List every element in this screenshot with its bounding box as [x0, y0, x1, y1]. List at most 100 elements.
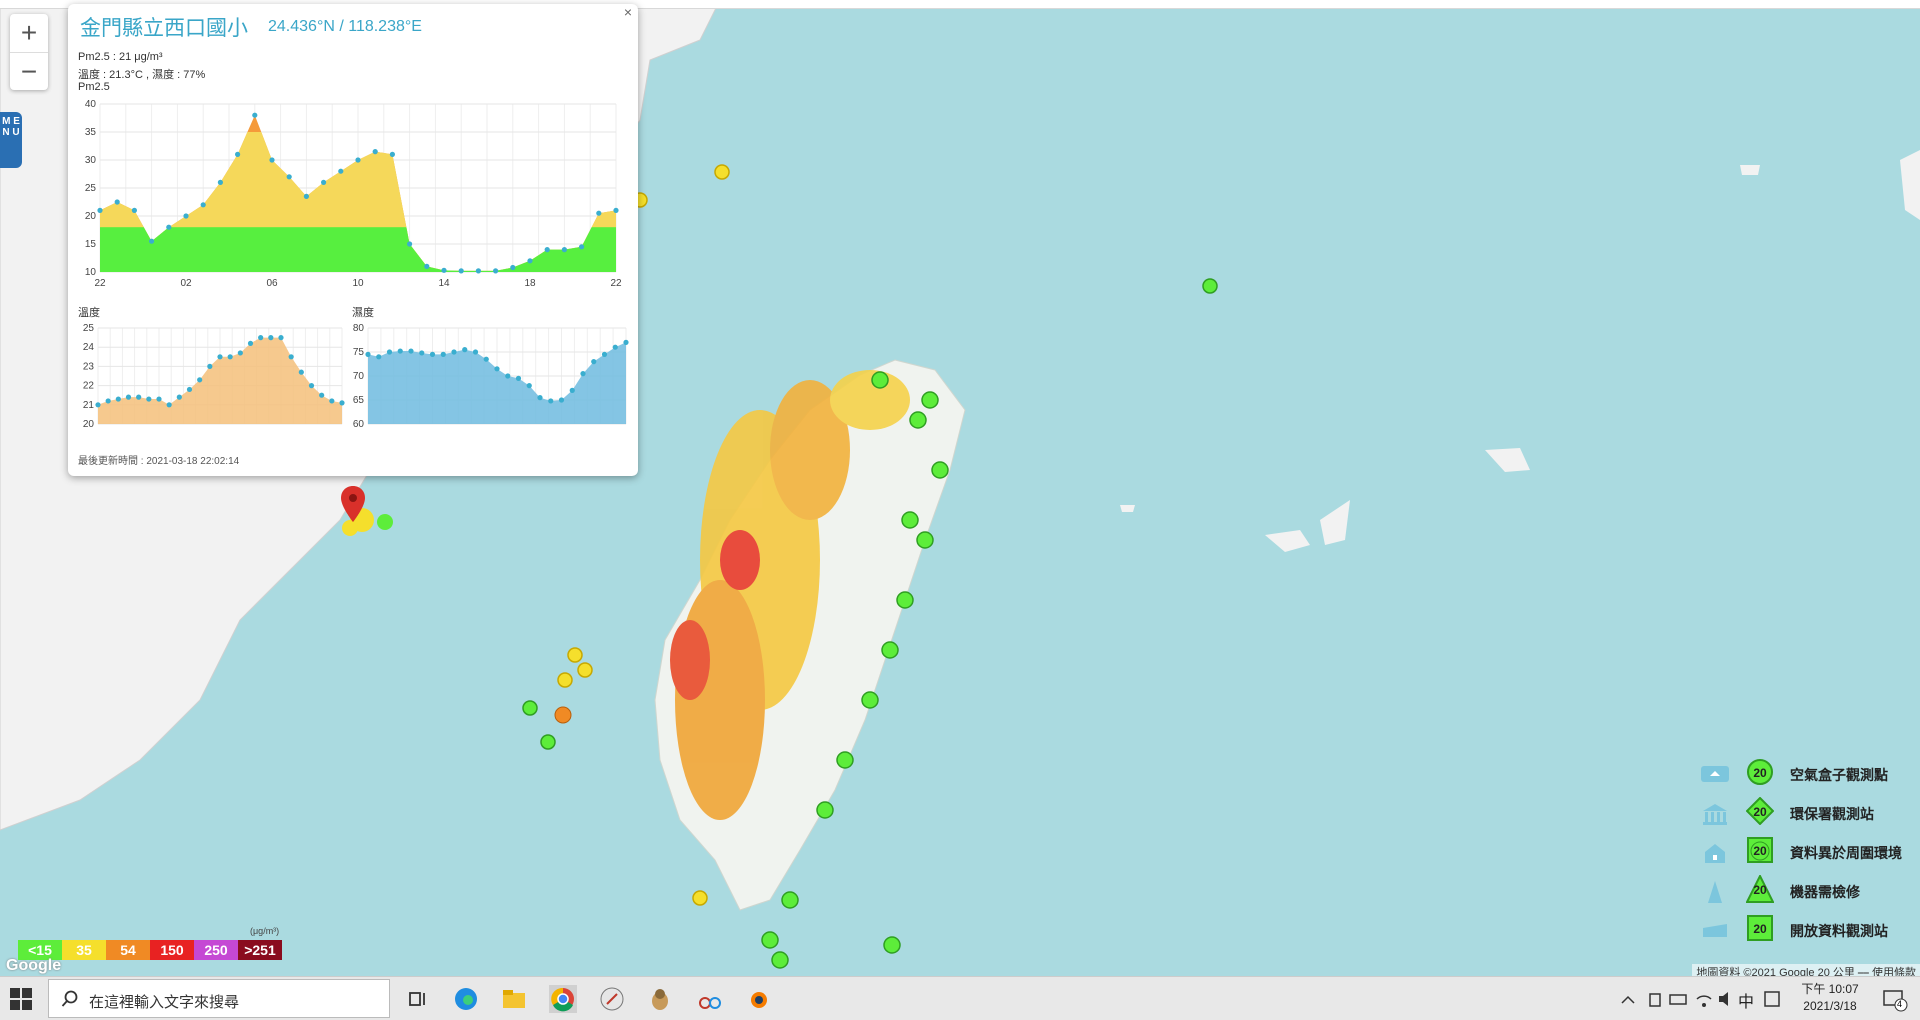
- data-point: [97, 207, 103, 213]
- y-tick-label: 30: [85, 155, 97, 166]
- zoom-controls: + −: [10, 14, 48, 90]
- humidity-chart: 60 65 70 75 80: [353, 323, 629, 430]
- y-tick-label: 40: [85, 99, 97, 110]
- data-point: [475, 268, 481, 274]
- cone-icon: [1700, 881, 1730, 903]
- house-icon: [1700, 842, 1730, 863]
- data-point: [419, 350, 425, 356]
- y-tick-label: 60: [353, 419, 365, 430]
- data-point: [217, 179, 223, 185]
- y-tick-label: 21: [83, 400, 95, 411]
- taskbar: 在這裡輸入文字來搜尋 中 下午 10:07 2021/3/18 4: [0, 976, 1920, 1020]
- svg-text:20: 20: [1753, 844, 1767, 858]
- data-point: [372, 149, 378, 155]
- data-point: [237, 350, 243, 356]
- app-icon-compass[interactable]: [598, 985, 626, 1013]
- y-tick-label: 25: [83, 323, 95, 334]
- data-point: [591, 359, 597, 365]
- clock-date: 2021/3/18: [1803, 999, 1857, 1013]
- app-icon-snip[interactable]: [696, 985, 724, 1013]
- y-tick-label: 70: [353, 371, 365, 382]
- airbox-icon: [1700, 764, 1730, 784]
- data-point: [526, 383, 532, 389]
- svg-text:20: 20: [1753, 766, 1767, 780]
- data-point: [207, 363, 213, 369]
- data-point: [252, 112, 258, 118]
- data-point: [558, 397, 565, 403]
- data-point: [288, 354, 294, 360]
- data-point: [183, 213, 189, 219]
- file-explorer-icon[interactable]: [500, 985, 528, 1013]
- blender-icon[interactable]: [744, 985, 772, 1013]
- data-point: [156, 396, 162, 402]
- data-point: [200, 202, 206, 208]
- zoom-in-button[interactable]: +: [10, 14, 48, 53]
- aqi-legend-item: 35: [62, 940, 106, 960]
- x-tick-label: 22: [610, 278, 622, 289]
- svg-text:20: 20: [1753, 883, 1767, 897]
- tray-battery-icon[interactable]: [1668, 985, 1696, 1013]
- data-point: [389, 151, 395, 157]
- station-legend-item: 20 資料異於周圍環境: [1700, 836, 1920, 866]
- menu-tab[interactable]: M E N U: [0, 112, 22, 168]
- data-point: [408, 348, 414, 354]
- data-point: [269, 157, 275, 163]
- data-point: [548, 398, 554, 404]
- data-point: [596, 210, 602, 216]
- data-point: [493, 268, 499, 274]
- data-point: [303, 193, 309, 199]
- pm25-reading: Pm2.5 : 21 μg/m³: [78, 51, 163, 63]
- data-point: [515, 375, 522, 381]
- task-view-icon[interactable]: [404, 985, 432, 1013]
- app-icon-bird[interactable]: [646, 985, 674, 1013]
- data-point: [298, 369, 304, 375]
- windows-start-icon[interactable]: [10, 988, 32, 1010]
- aqi-legend-item: 150: [150, 940, 194, 960]
- ime-indicator[interactable]: 中: [1738, 988, 1754, 1012]
- x-tick-label: 22: [94, 278, 106, 289]
- data-point: [601, 351, 608, 357]
- data-point: [286, 174, 292, 180]
- data-point: [494, 366, 500, 372]
- station-legend-item: 20 環保署觀測站: [1700, 796, 1920, 827]
- data-point: [105, 398, 111, 404]
- notification-count: 4: [1897, 999, 1903, 1009]
- y-tick-label: 20: [85, 211, 97, 222]
- y-tick-label: 15: [85, 239, 97, 250]
- ime-mode-icon[interactable]: [1762, 985, 1790, 1013]
- epa-building-icon: [1700, 803, 1730, 825]
- close-icon[interactable]: ×: [624, 4, 632, 20]
- station-info-popup: × 金門縣立西口國小 24.436°N / 118.238°E Pm2.5 : …: [68, 4, 638, 476]
- data-point: [136, 394, 142, 400]
- taskbar-search[interactable]: 在這裡輸入文字來搜尋: [48, 979, 390, 1018]
- station-badge-icon: 20: [1745, 873, 1775, 903]
- data-point: [115, 396, 121, 402]
- selected-station-pin[interactable]: [341, 486, 365, 527]
- data-point: [278, 335, 284, 341]
- open-data-icon: [1700, 920, 1730, 940]
- data-point: [429, 351, 436, 357]
- svg-text:20: 20: [1753, 805, 1767, 819]
- notification-icon[interactable]: 4: [1880, 985, 1908, 1013]
- zoom-out-button[interactable]: −: [10, 53, 48, 91]
- data-point: [579, 244, 585, 250]
- data-point: [131, 207, 137, 213]
- tray-chevron-up-icon[interactable]: [1620, 985, 1648, 1013]
- chrome-icon[interactable]: [549, 985, 577, 1013]
- edge-icon[interactable]: [452, 985, 480, 1013]
- data-point: [125, 394, 132, 400]
- x-tick-label: 14: [438, 278, 450, 289]
- data-point: [319, 392, 325, 398]
- data-point: [217, 354, 223, 360]
- station-name: 金門縣立西口國小: [80, 17, 248, 40]
- system-clock[interactable]: 下午 10:07 2021/3/18: [1790, 981, 1870, 1015]
- data-point: [483, 356, 489, 362]
- data-point: [176, 394, 182, 400]
- data-point: [397, 348, 403, 354]
- data-point: [472, 349, 479, 355]
- data-point: [114, 199, 120, 205]
- data-point: [623, 339, 629, 345]
- data-point: [424, 263, 430, 269]
- data-point: [339, 400, 345, 406]
- station-legend-label: 空氣盒子觀測點: [1790, 767, 1888, 783]
